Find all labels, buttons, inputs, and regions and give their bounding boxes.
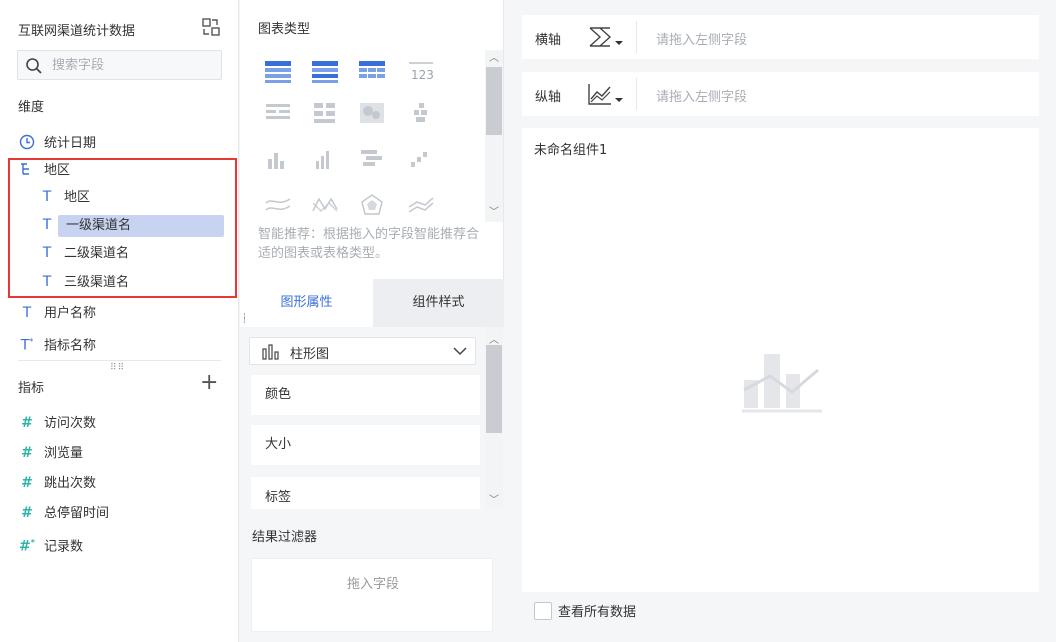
chart-canvas[interactable]: 未命名组件1 <box>522 128 1039 592</box>
filter-drop-placeholder: 拖入字段 <box>346 577 399 592</box>
table-chart-icon[interactable] <box>264 60 292 84</box>
measure-field-bounces[interactable]: # 跳出次数 <box>18 470 96 496</box>
column-chart-icon[interactable] <box>264 147 292 171</box>
text-type-icon: T <box>22 305 32 321</box>
column-chart-icon <box>262 344 279 360</box>
chart-config-panel: 图表类型 123 ︿ ﹀ 智能推荐：根据拖入的字段智能推荐合适的图表或表格类型。… <box>240 0 504 642</box>
y-axis-row: 纵轴 请拖入左侧字段 <box>522 72 1039 116</box>
field-label: 浏览量 <box>44 446 84 461</box>
property-label[interactable]: 标签 <box>251 477 480 509</box>
x-axis-drop-placeholder[interactable]: 请拖入左侧字段 <box>656 29 747 48</box>
line-chart-icon[interactable] <box>311 193 339 217</box>
number-type-icon: # <box>21 505 33 521</box>
field-label: 跳出次数 <box>44 476 97 491</box>
tab-component-style[interactable]: 组件样式 <box>373 279 504 327</box>
dataset-title: 互联网渠道统计数据 <box>18 24 136 39</box>
smart-recommend-text: 智能推荐：根据拖入的字段智能推荐合适的图表或表格类型。 <box>258 227 480 261</box>
scroll-up-icon[interactable]: ︿ <box>489 54 499 64</box>
section-divider <box>18 360 221 361</box>
chevron-down-icon <box>453 347 467 356</box>
scrollbar-thumb[interactable] <box>486 67 502 135</box>
axis-separator <box>636 21 637 53</box>
y-axis-drop-placeholder[interactable]: 请拖入左侧字段 <box>656 86 747 105</box>
svg-text:123: 123 <box>411 68 434 82</box>
chart-type-dropdown[interactable]: 柱形图 <box>249 337 476 365</box>
radar-chart-icon[interactable] <box>358 193 386 217</box>
bar-chart-icon[interactable] <box>358 147 386 171</box>
property-scrollbar[interactable]: ︿ ﹀ <box>485 327 503 509</box>
chart-type-selected: 柱形图 <box>290 347 330 362</box>
crosstab-chart-icon[interactable] <box>311 60 339 84</box>
grouped-column-chart-icon[interactable] <box>311 147 339 171</box>
axis-separator <box>636 78 637 110</box>
tab-graphic-properties[interactable]: 图形属性 <box>240 279 373 327</box>
graphic-properties-panel: 柱形图 颜色 大小 标签 ︿ ﹀ <box>240 327 504 509</box>
component-title[interactable]: 未命名组件1 <box>534 139 607 158</box>
drag-grip-icon[interactable]: ⁞ ⁞ <box>243 313 246 326</box>
view-all-checkbox[interactable] <box>534 601 552 620</box>
waterfall-chart-icon[interactable] <box>407 147 435 171</box>
field-label: 总停留时间 <box>44 506 110 521</box>
add-measure-button[interactable]: + <box>200 372 218 394</box>
scrollbar-thumb[interactable] <box>486 345 502 433</box>
calculated-text-icon: T* <box>20 337 34 354</box>
x-axis-type-icon[interactable] <box>586 25 626 49</box>
empty-chart-icon <box>742 354 822 413</box>
dimension-field-date[interactable]: 统计日期 <box>18 130 96 156</box>
measure-field-record-count[interactable]: #* 记录数 <box>18 530 83 556</box>
clock-icon <box>18 130 36 156</box>
y-axis-label: 纵轴 <box>535 90 562 105</box>
matrix-chart-icon[interactable] <box>311 101 339 125</box>
highlight-box <box>8 158 237 298</box>
number-type-icon: # <box>21 415 33 431</box>
property-tabs: 图形属性 组件样式 <box>240 279 504 327</box>
x-axis-row: 横轴 请拖入左侧字段 <box>522 15 1039 59</box>
scroll-down-icon[interactable]: ﹀ <box>489 208 499 218</box>
resize-handle-icon[interactable]: ⠿⠿ <box>110 363 125 373</box>
filter-drop-zone[interactable]: 拖入字段 <box>251 558 493 632</box>
dimension-section-label: 维度 <box>18 100 45 115</box>
stacked-block-chart-icon[interactable] <box>407 101 435 125</box>
number-type-icon: # <box>21 475 33 491</box>
field-search <box>17 50 222 80</box>
measure-field-pageviews[interactable]: # 浏览量 <box>18 440 83 466</box>
measure-section-label: 指标 <box>18 381 45 396</box>
field-label: 统计日期 <box>44 136 97 151</box>
x-axis-label: 横轴 <box>535 33 562 48</box>
measure-field-total-time[interactable]: # 总停留时间 <box>18 500 109 526</box>
view-all-data[interactable]: 查看所有数据 <box>534 601 636 623</box>
chart-type-scrollbar[interactable]: ︿ ﹀ <box>485 50 503 222</box>
heatmap-chart-icon[interactable] <box>358 101 386 125</box>
search-icon <box>26 58 42 74</box>
field-panel: 互联网渠道统计数据 维度 统计日期 地区 T地区 T一级渠道名 T二级渠道名 T… <box>0 0 239 642</box>
dimension-field-user-name[interactable]: T 用户名称 <box>18 300 96 326</box>
grouped-table-chart-icon[interactable] <box>264 101 292 125</box>
property-color[interactable]: 颜色 <box>251 375 480 415</box>
stacked-area-chart-icon[interactable] <box>407 193 435 217</box>
field-label: 记录数 <box>44 539 84 555</box>
chart-canvas-panel: 横轴 请拖入左侧字段 纵轴 请拖入左侧字段 未命名组件1 查看所有数据 <box>505 0 1056 642</box>
area-line-chart-icon[interactable] <box>264 193 292 217</box>
measure-field-visits[interactable]: # 访问次数 <box>18 410 96 436</box>
y-axis-type-icon[interactable] <box>586 82 626 106</box>
field-label: 用户名称 <box>44 306 97 321</box>
dimension-field-metric-name[interactable]: T* 指标名称 <box>18 329 96 355</box>
scroll-down-icon[interactable]: ﹀ <box>489 491 499 506</box>
result-filter-title: 结果过滤器 <box>252 530 318 545</box>
field-label: 访问次数 <box>44 416 97 431</box>
switch-dataset-icon[interactable] <box>201 17 221 37</box>
calculated-number-icon: #* <box>19 538 35 555</box>
property-size[interactable]: 大小 <box>251 425 480 465</box>
view-all-label: 查看所有数据 <box>558 605 637 620</box>
detail-table-chart-icon[interactable] <box>358 60 386 84</box>
kpi-number-chart-icon[interactable]: 123 <box>407 60 435 84</box>
scroll-up-icon[interactable]: ︿ <box>489 331 499 346</box>
search-input[interactable] <box>52 55 212 75</box>
field-label: 指标名称 <box>44 338 97 354</box>
chart-type-title: 图表类型 <box>258 22 311 37</box>
number-type-icon: # <box>21 445 33 461</box>
